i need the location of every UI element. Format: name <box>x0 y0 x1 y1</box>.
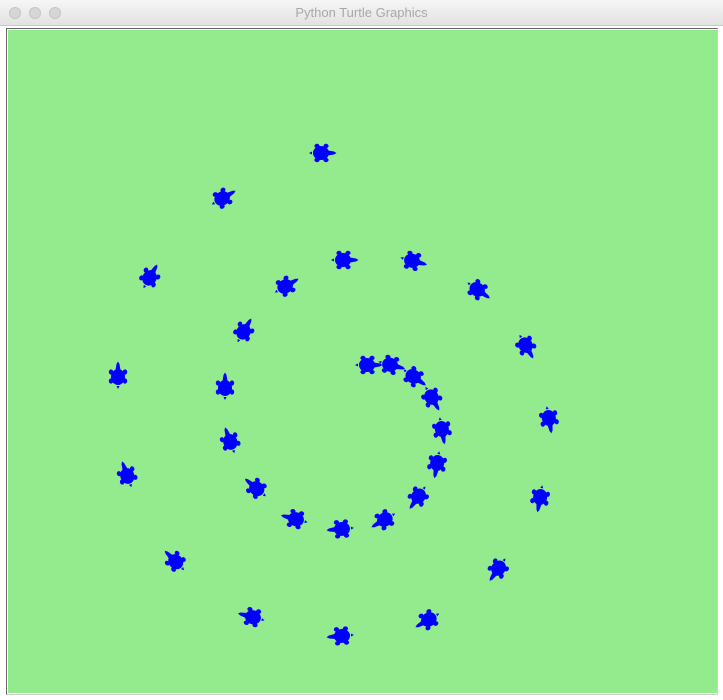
turtle-drawing <box>8 30 717 693</box>
turtle-window: Python Turtle Graphics <box>0 0 723 700</box>
turtle-canvas[interactable] <box>8 30 717 693</box>
title-bar[interactable]: Python Turtle Graphics <box>0 0 723 26</box>
window-title: Python Turtle Graphics <box>295 5 428 20</box>
